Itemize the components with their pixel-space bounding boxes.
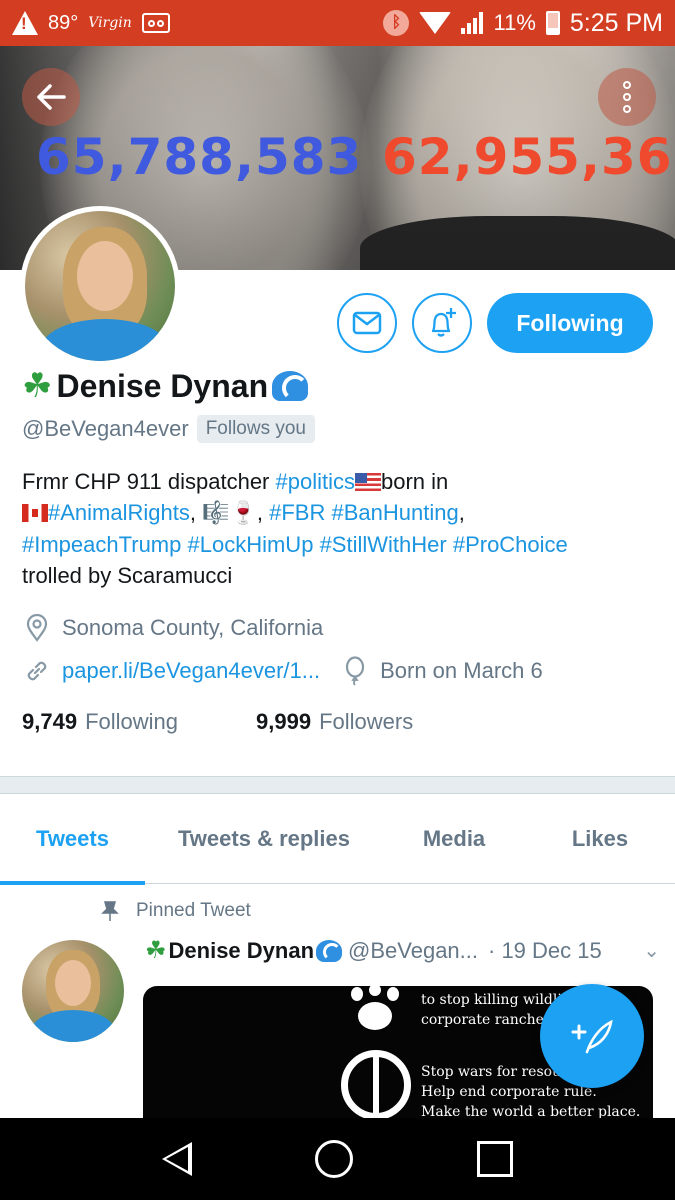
banner-left-number: 65,788,583 <box>36 128 363 186</box>
shamrock-icon: ☘ <box>145 937 167 964</box>
hashtag-politics[interactable]: #politics <box>276 469 355 494</box>
profile-handle: @BeVegan4ever <box>22 416 189 441</box>
hashtag-pro-choice[interactable]: #ProChoice <box>453 532 568 557</box>
system-nav-bar <box>0 1118 675 1200</box>
us-flag-icon <box>354 473 381 491</box>
hashtag-fbr[interactable]: #FBR <box>269 500 325 525</box>
compose-feather-icon <box>571 1019 613 1054</box>
temperature: 89° <box>48 11 79 34</box>
tab-tweets-replies[interactable]: Tweets & replies <box>145 794 383 884</box>
wifi-icon <box>419 12 452 34</box>
battery-percent: 11% <box>493 10 536 35</box>
location-text: Sonoma County, California <box>62 615 324 640</box>
peace-sign-icon <box>341 1050 411 1120</box>
warning-icon <box>12 11 38 35</box>
compose-tweet-button[interactable] <box>540 984 644 1088</box>
arrow-left-icon <box>37 84 66 110</box>
voicemail-icon <box>141 13 170 33</box>
followers-count: 9,999 <box>256 709 312 734</box>
birthday: Born on March 6 <box>340 656 543 686</box>
notifications-button[interactable] <box>412 293 472 353</box>
followers-count-link[interactable]: 9,999 Followers <box>256 709 413 735</box>
follows-you-badge: Follows you <box>196 415 316 443</box>
website-link[interactable]: paper.li/BeVegan4ever/1... <box>62 658 320 684</box>
tweet-avatar[interactable] <box>22 940 124 1042</box>
follow-counts: 9,749 Following 9,999 Followers <box>22 709 413 735</box>
wave-icon <box>272 371 309 401</box>
tweet-header: ☘ Denise Dynan @BeVegan... · 19 Dec 15 ⌄ <box>145 936 660 965</box>
tab-media[interactable]: Media <box>383 794 525 884</box>
link-icon <box>22 656 52 686</box>
tweet-handle: @BeVegan... <box>348 937 478 963</box>
music-wine-icon: 🎼🍷 <box>202 501 257 526</box>
bell-plus-icon <box>431 308 456 337</box>
link-birthday-row: paper.li/BeVegan4ever/1... Born on March… <box>22 656 543 686</box>
more-options-button[interactable] <box>598 68 656 126</box>
carrier-logo: Virgin <box>88 15 132 31</box>
signal-icon <box>461 12 484 34</box>
profile-name-text: Denise Dynan <box>56 367 269 404</box>
following-count: 9,749 <box>22 709 78 734</box>
banner-right-number: 62,955,363 <box>382 128 675 186</box>
battery-icon <box>545 11 560 35</box>
nav-back-icon[interactable] <box>161 1142 192 1176</box>
nav-home-icon[interactable] <box>315 1140 354 1178</box>
profile-name: ☘ Denise Dynan <box>22 366 309 406</box>
following-count-link[interactable]: 9,749 Following <box>22 709 178 735</box>
back-button[interactable] <box>22 68 80 126</box>
birthday-text: Born on March 6 <box>380 658 543 683</box>
envelope-icon <box>352 311 382 335</box>
more-vertical-icon <box>623 81 631 89</box>
following-button[interactable]: Following <box>487 293 653 353</box>
hashtag-still-with-her[interactable]: #StillWithHer <box>320 532 447 557</box>
tab-likes[interactable]: Likes <box>525 794 675 884</box>
message-button[interactable] <box>337 293 397 353</box>
following-label: Following <box>85 709 178 734</box>
hashtag-impeach-trump[interactable]: #ImpeachTrump <box>22 532 181 557</box>
profile-bio: Frmr CHP 911 dispatcher #politics born in… <box>22 469 568 588</box>
shamrock-icon: ☘ <box>22 367 53 405</box>
followers-label: Followers <box>319 709 414 734</box>
location-row: Sonoma County, California <box>22 613 323 643</box>
pinned-tweet-label: Pinned Tweet <box>100 900 251 922</box>
clock: 5:25 PM <box>569 8 663 37</box>
bluetooth-icon: ᛒ <box>383 10 410 36</box>
canada-flag-icon <box>22 504 48 522</box>
profile-tabs: Tweets Tweets & replies Media Likes <box>0 794 675 885</box>
wave-icon <box>316 939 343 962</box>
nav-recent-apps-icon[interactable] <box>477 1141 514 1177</box>
tweet-date: · 19 Dec 15 <box>488 937 602 963</box>
location-pin-icon <box>22 613 52 643</box>
chevron-down-icon[interactable]: ⌄ <box>643 938 660 963</box>
hashtag-animal-rights[interactable]: #AnimalRights <box>48 500 190 525</box>
status-bar: 89° Virgin ᛒ 11% 5:25 PM <box>0 0 675 46</box>
handle-row: @BeVegan4ever Follows you <box>22 415 316 443</box>
tab-tweets[interactable]: Tweets <box>0 794 145 885</box>
hashtag-ban-hunting[interactable]: #BanHunting <box>331 500 458 525</box>
hashtag-lock-him-up[interactable]: #LockHimUp <box>188 532 314 557</box>
paw-print-icon <box>351 986 399 1030</box>
section-divider <box>0 776 675 794</box>
tweet-author[interactable]: ☘ Denise Dynan <box>145 936 343 965</box>
profile-avatar[interactable] <box>20 206 180 366</box>
pin-icon <box>101 901 119 921</box>
balloon-icon <box>340 656 370 686</box>
